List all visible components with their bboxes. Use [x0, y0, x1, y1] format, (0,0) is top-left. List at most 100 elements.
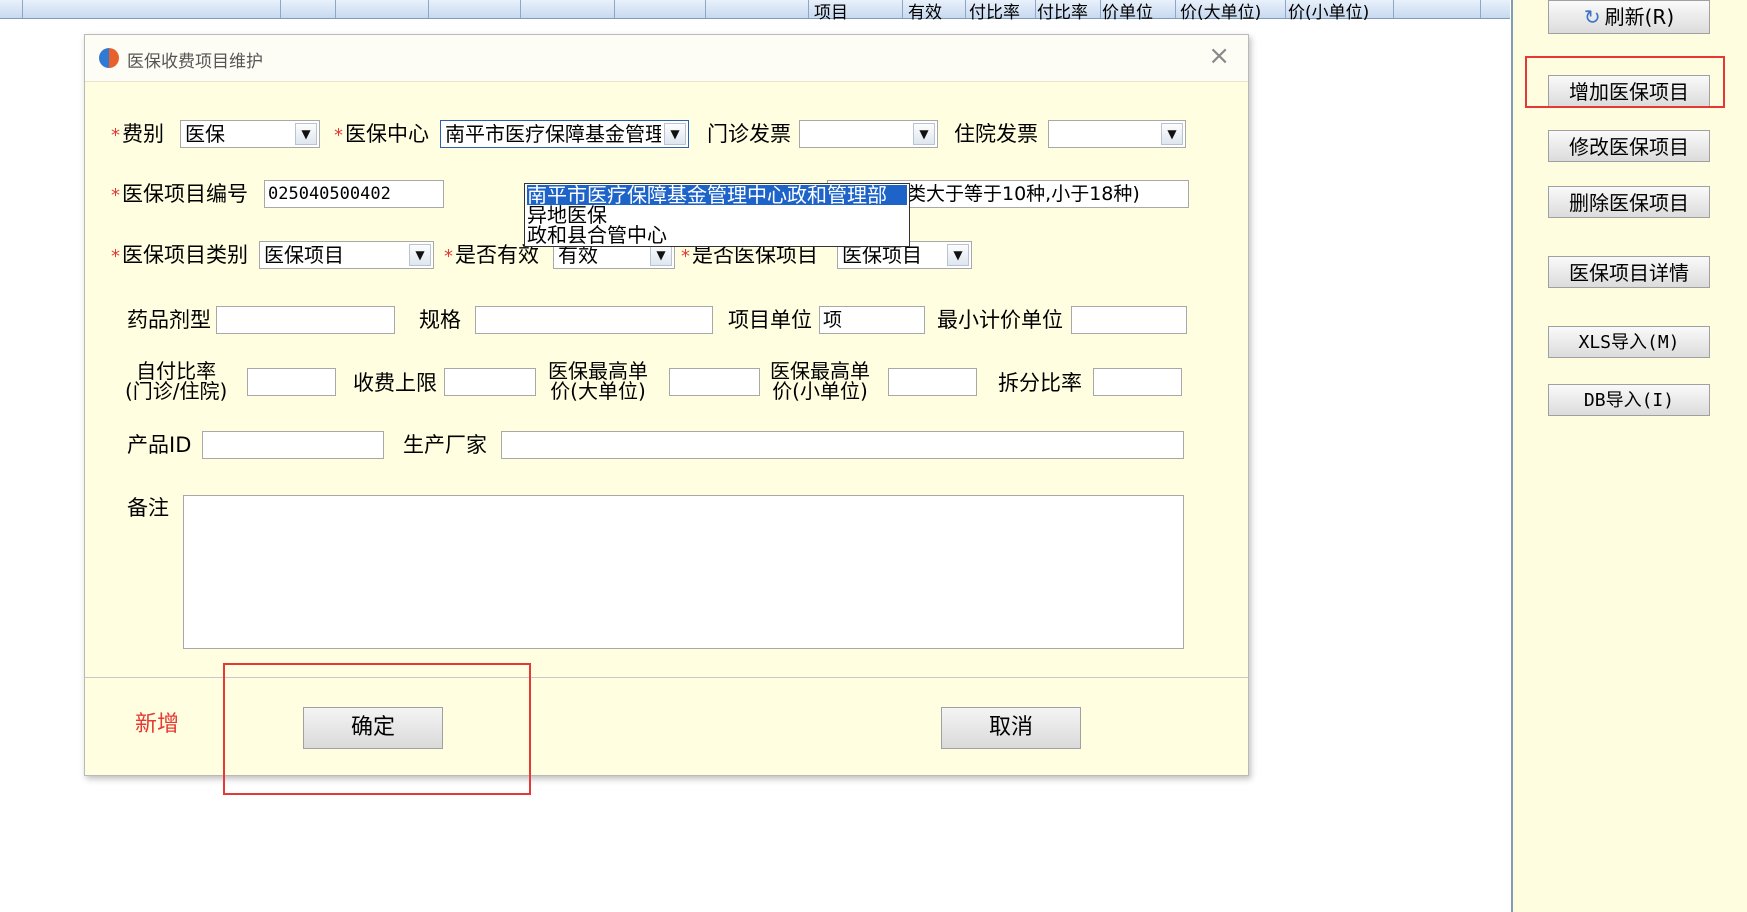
self-pay-label-line1: 自付比率: [136, 359, 217, 383]
item-category-label: *医保项目类别: [111, 242, 248, 270]
chevron-down-icon[interactable]: ▼: [913, 123, 935, 145]
required-mark: *: [334, 125, 343, 146]
required-mark: *: [111, 185, 120, 206]
chevron-down-icon[interactable]: ▼: [1161, 123, 1183, 145]
remark-textarea[interactable]: [183, 495, 1184, 649]
min-unit-input[interactable]: [1071, 306, 1187, 334]
max-price-small-input[interactable]: [888, 368, 977, 396]
required-mark: *: [111, 125, 120, 146]
fee-type-value: 医保: [185, 122, 225, 146]
grid-header-cell[interactable]: 价单位: [1102, 0, 1153, 23]
grid-col-divider: [1285, 0, 1286, 18]
item-code-input[interactable]: 025040500402: [264, 180, 444, 208]
required-mark: *: [111, 246, 120, 267]
db-import-button[interactable]: DB导入(I): [1548, 384, 1710, 416]
grid-col-divider: [614, 0, 615, 18]
refresh-button[interactable]: ↻ 刷新(R): [1548, 0, 1710, 34]
center-option[interactable]: 南平市医疗保障基金管理中心政和管理部: [527, 185, 907, 205]
split-ratio-label: 拆分比率: [998, 371, 1082, 395]
delete-insurance-item-button[interactable]: 删除医保项目: [1548, 186, 1710, 218]
close-icon[interactable]: ×: [1208, 43, 1230, 69]
mode-status: 新增: [135, 712, 180, 737]
max-price-small-label: 医保最高单 价(小单位): [770, 361, 870, 401]
item-code-label-text: 医保项目编号: [122, 182, 248, 206]
chevron-down-icon[interactable]: ▼: [295, 123, 317, 145]
refresh-icon: ↻: [1583, 5, 1601, 29]
split-ratio-input[interactable]: [1093, 368, 1182, 396]
max-price-small-label-line2: 价(小单位): [772, 379, 868, 403]
grid-col-divider: [808, 0, 809, 18]
grid-header-cell[interactable]: 价(大单位): [1180, 0, 1261, 23]
grid-header-cell[interactable]: 付比率: [1037, 0, 1088, 23]
dialog-title: 医保收费项目维护: [127, 52, 263, 72]
center-value: 南平市医疗保障基金管理: [445, 122, 661, 146]
fee-type-label: *费别: [111, 121, 164, 149]
center-select[interactable]: 南平市医疗保障基金管理 ▼: [440, 120, 689, 148]
grid-col-divider: [22, 0, 23, 18]
product-id-input[interactable]: [202, 431, 384, 459]
insurance-item-detail-button[interactable]: 医保项目详情: [1548, 256, 1710, 288]
highlight-box-ok-button: [223, 663, 531, 795]
item-category-select[interactable]: 医保项目 ▼: [259, 241, 434, 269]
fee-type-label-text: 费别: [122, 122, 164, 146]
self-pay-input[interactable]: [247, 368, 336, 396]
outpatient-invoice-select[interactable]: ▼: [799, 120, 938, 148]
grid-header-cell[interactable]: 项目: [814, 0, 848, 23]
app-logo-icon: [99, 48, 119, 68]
grid-header-cell[interactable]: 价(小单位): [1288, 0, 1369, 23]
grid-col-divider: [1175, 0, 1176, 18]
insurance-fee-item-dialog: 医保收费项目维护 × *费别 医保 ▼ *医保中心 南平市医疗保障基金管理 ▼ …: [84, 34, 1249, 795]
item-category-label-text: 医保项目类别: [122, 243, 248, 267]
xls-import-button[interactable]: XLS导入(M): [1548, 326, 1710, 358]
right-button-panel: ↻ 刷新(R) 增加医保项目 修改医保项目 删除医保项目 医保项目详情 XLS导入…: [1511, 0, 1747, 912]
grid-col-divider: [1100, 0, 1101, 18]
item-category-value: 医保项目: [264, 243, 344, 267]
max-price-big-label-line2: 价(大单位): [550, 379, 646, 403]
cancel-button[interactable]: 取消: [941, 707, 1081, 749]
manufacturer-input[interactable]: [501, 431, 1184, 459]
product-id-label: 产品ID: [127, 433, 192, 457]
center-dropdown-list: 南平市医疗保障基金管理中心政和管理部 异地医保 政和县合管中心: [524, 183, 910, 247]
fee-cap-input[interactable]: [444, 368, 536, 396]
grid-col-divider: [520, 0, 521, 18]
chevron-down-icon[interactable]: ▼: [650, 244, 672, 266]
unit-label: 项目单位: [728, 308, 812, 332]
grid-col-divider: [1393, 0, 1394, 18]
grid-header-cell[interactable]: 有效: [908, 0, 942, 23]
grid-col-divider: [705, 0, 706, 18]
max-price-big-input[interactable]: [669, 368, 760, 396]
max-price-big-label-line1: 医保最高单: [548, 359, 648, 383]
max-price-small-label-line1: 医保最高单: [770, 359, 870, 383]
refresh-button-label: 刷新(R): [1604, 5, 1675, 29]
max-price-big-label: 医保最高单 价(大单位): [548, 361, 648, 401]
remark-label: 备注: [127, 496, 169, 520]
unit-input[interactable]: 项: [819, 306, 925, 334]
grid-col-divider: [428, 0, 429, 18]
grid-col-divider: [1035, 0, 1036, 18]
grid-col-divider: [965, 0, 966, 18]
inpatient-invoice-select[interactable]: ▼: [1048, 120, 1186, 148]
min-unit-label: 最小计价单位: [937, 308, 1063, 332]
grid-header-cell[interactable]: 付比率: [969, 0, 1020, 23]
required-mark: *: [681, 246, 690, 267]
self-pay-label-line2: (门诊/住院): [125, 379, 228, 403]
inpatient-invoice-label: 住院发票: [954, 122, 1038, 146]
chevron-down-icon[interactable]: ▼: [664, 123, 686, 145]
center-option[interactable]: 异地医保: [527, 205, 607, 225]
grid-col-divider: [280, 0, 281, 18]
center-label: *医保中心: [334, 121, 429, 149]
spec-label: 规格: [419, 308, 461, 332]
dialog-titlebar[interactable]: 医保收费项目维护 ×: [85, 35, 1248, 82]
center-label-text: 医保中心: [345, 122, 429, 146]
edit-insurance-item-button[interactable]: 修改医保项目: [1548, 130, 1710, 162]
dosage-form-input[interactable]: [216, 306, 395, 334]
highlight-box-add-button: [1525, 56, 1725, 108]
chevron-down-icon[interactable]: ▼: [409, 244, 431, 266]
grid-col-divider: [335, 0, 336, 18]
center-option[interactable]: 政和县合管中心: [527, 225, 667, 245]
dosage-form-label: 药品剂型: [127, 308, 211, 332]
fee-type-select[interactable]: 医保 ▼: [180, 120, 320, 148]
chevron-down-icon[interactable]: ▼: [947, 244, 969, 266]
grid-col-divider: [1480, 0, 1481, 18]
spec-input[interactable]: [475, 306, 713, 334]
